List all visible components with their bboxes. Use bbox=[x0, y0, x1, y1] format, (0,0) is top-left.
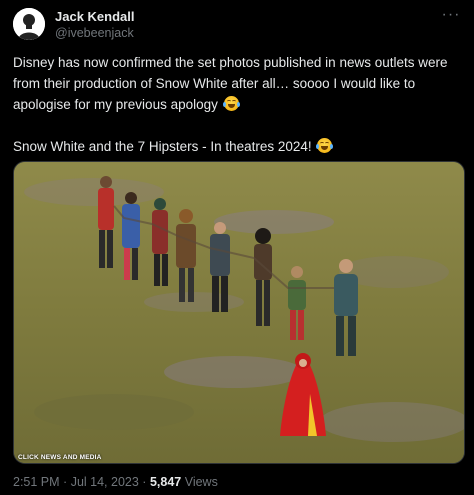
avatar[interactable] bbox=[13, 8, 45, 40]
meta-separator: · bbox=[142, 475, 147, 489]
author-block: Jack Kendall @ivebeenjack bbox=[55, 9, 135, 42]
tweet-paragraph: Snow White and the 7 Hipsters - In theat… bbox=[13, 136, 465, 157]
tweet-time[interactable]: 2:51 PM bbox=[13, 475, 60, 489]
tweet-paragraph: Disney has now confirmed the set photos … bbox=[13, 52, 465, 115]
laughing-tears-emoji-icon bbox=[316, 138, 334, 153]
tweet-photo[interactable]: CLICK NEWS AND MEDIA bbox=[13, 161, 465, 464]
views-label: Views bbox=[184, 475, 218, 489]
photo-watermark: CLICK NEWS AND MEDIA bbox=[18, 454, 102, 461]
tweet-header: Jack Kendall @ivebeenjack ··· bbox=[13, 7, 463, 44]
tweet-date[interactable]: Jul 14, 2023 bbox=[71, 475, 139, 489]
dwarf-figure bbox=[152, 198, 168, 286]
tweet-paragraph-2-text: Snow White and the 7 Hipsters - In theat… bbox=[13, 139, 312, 154]
field-scene-image bbox=[14, 162, 464, 463]
display-name[interactable]: Jack Kendall bbox=[55, 9, 135, 25]
handle[interactable]: @ivebeenjack bbox=[55, 25, 135, 42]
more-options-button[interactable]: ··· bbox=[439, 7, 463, 28]
laughing-tears-emoji-icon bbox=[222, 96, 240, 111]
views-count[interactable]: 5,847 bbox=[150, 475, 181, 489]
tweet-meta: 2:51 PM · Jul 14, 2023 · 5,847 Views bbox=[13, 474, 218, 490]
tweet-text: Disney has now confirmed the set photos … bbox=[13, 52, 465, 157]
meta-separator: · bbox=[63, 475, 68, 489]
